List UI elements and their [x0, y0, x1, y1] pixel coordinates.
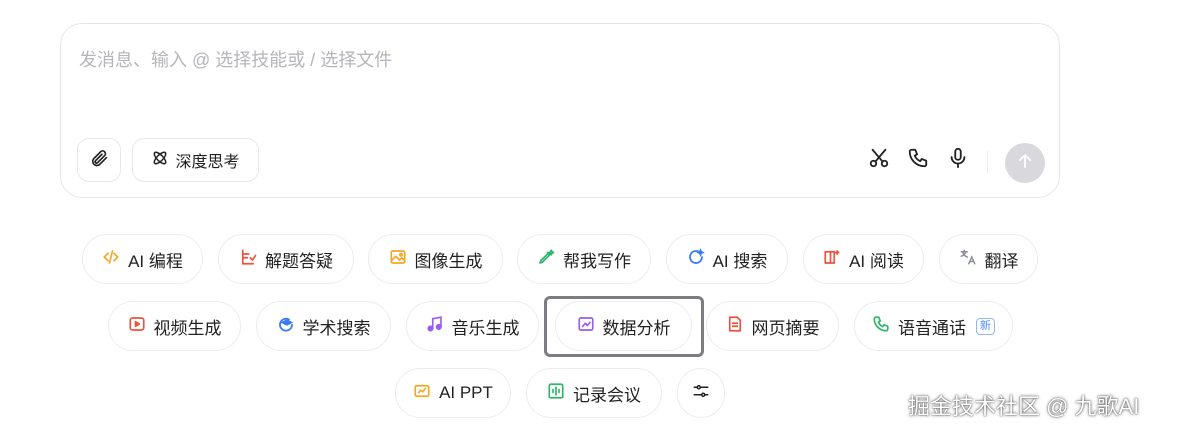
skill-label: 记录会议 — [573, 385, 641, 405]
skill-ai-coding[interactable]: AI 编程 — [82, 234, 203, 284]
book-icon — [823, 248, 841, 271]
skill-label: 语音通话 — [898, 318, 966, 338]
skill-label: AI 阅读 — [849, 251, 904, 271]
microphone-icon — [947, 147, 969, 174]
divider — [987, 151, 988, 173]
skill-video-generation[interactable]: 视频生成 — [108, 301, 241, 351]
pen-icon — [537, 248, 555, 271]
scissors-icon — [868, 147, 890, 174]
skill-writing[interactable]: 帮我写作 — [517, 234, 651, 284]
deep-think-button[interactable]: 深度思考 — [132, 138, 259, 182]
academic-icon — [277, 315, 295, 338]
attach-button[interactable] — [77, 138, 121, 182]
skill-music-generation[interactable]: 音乐生成 — [406, 301, 539, 351]
translate-icon — [959, 248, 977, 271]
code-icon — [102, 248, 120, 271]
phone-icon — [872, 315, 890, 338]
sliders-icon — [692, 382, 710, 405]
watermark: 掘金技术社区 @ 九歌AI — [908, 394, 1140, 419]
video-icon — [128, 315, 146, 338]
audio-wave-icon — [547, 382, 565, 405]
more-skills-button[interactable] — [677, 368, 725, 418]
skill-label: 解题答疑 — [265, 251, 333, 271]
microphone-button[interactable] — [946, 147, 970, 174]
paperclip-icon — [89, 148, 109, 173]
skill-web-summary[interactable]: 网页摘要 — [706, 301, 839, 351]
voice-call-button[interactable] — [906, 148, 930, 172]
skill-label: AI 编程 — [128, 251, 183, 271]
new-badge: 新 — [976, 317, 995, 335]
skill-label: 学术搜索 — [302, 318, 371, 338]
skill-label: AI PPT — [439, 383, 493, 402]
skill-label: 网页摘要 — [751, 318, 820, 338]
phone-icon — [907, 147, 929, 174]
skill-label: AI 搜索 — [712, 251, 768, 271]
deep-think-label: 深度思考 — [175, 154, 240, 171]
skill-ai-reading[interactable]: AI 阅读 — [803, 234, 924, 284]
skill-problem-solving[interactable]: 解题答疑 — [218, 234, 354, 284]
skill-translate[interactable]: 翻译 — [939, 234, 1038, 284]
skill-label: 帮我写作 — [563, 251, 631, 271]
slides-icon — [413, 382, 431, 405]
send-button[interactable] — [1005, 143, 1045, 183]
highlight-frame — [544, 296, 704, 357]
atom-icon — [151, 149, 169, 172]
skill-ai-ppt[interactable]: AI PPT — [395, 368, 511, 418]
message-composer: 发消息、输入 @ 选择技能或 / 选择文件 深度思考 — [60, 23, 1060, 198]
arrow-up-icon — [1016, 152, 1034, 175]
skill-image-generation[interactable]: 图像生成 — [368, 234, 503, 284]
skill-label: 音乐生成 — [451, 318, 520, 338]
skill-label: 视频生成 — [153, 318, 222, 338]
image-icon — [389, 248, 407, 271]
skill-label: 翻译 — [984, 251, 1019, 271]
music-icon — [426, 315, 444, 338]
message-input[interactable]: 发消息、输入 @ 选择技能或 / 选择文件 — [79, 46, 392, 72]
skill-voice-call[interactable]: 语音通话 新 — [854, 301, 1013, 351]
scissors-button[interactable] — [867, 148, 891, 172]
search-icon — [687, 247, 705, 271]
question-icon — [239, 248, 257, 271]
skill-label: 图像生成 — [414, 251, 483, 271]
document-icon — [726, 315, 744, 338]
skill-meeting-notes[interactable]: 记录会议 — [526, 368, 662, 418]
skill-ai-search[interactable]: AI 搜索 — [666, 234, 788, 284]
skill-academic-search[interactable]: 学术搜索 — [256, 301, 391, 351]
